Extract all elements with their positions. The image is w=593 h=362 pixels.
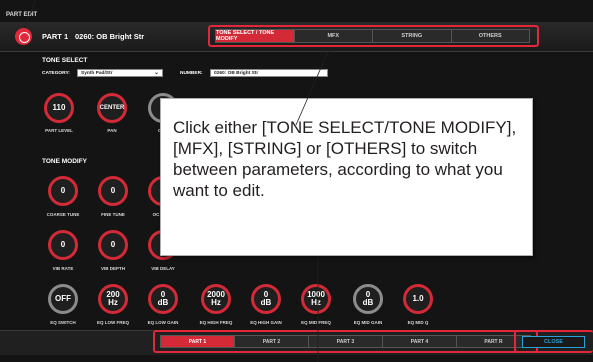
pan-value: CENTER [99,105,125,111]
eq-mid-freq-unit: Hz [311,298,321,307]
fine-tune-knob[interactable]: 0 [98,176,128,206]
eq-mid-q-label: EQ MID Q [407,320,429,325]
category-select[interactable]: Synth Pad/Str ⌄ [77,69,163,77]
vib-rate-knob[interactable]: 0 [48,230,78,260]
callout-text: Click either [TONE SELECT/TONE MODIFY], … [173,118,517,200]
coarse-tune-knob[interactable]: 0 [48,176,78,206]
tone-name: 0260: OB Bright Str [75,32,145,41]
number-value: 0260: OB Bright Str [214,70,259,76]
vib-depth-value: 0 [110,240,116,249]
close-highlight-frame [514,330,593,353]
part-edit-window: PART EDIT PART 1 0260: OB Bright Str TON… [0,0,593,362]
fine-tune-value: 0 [110,186,116,195]
callout-box: Click either [TONE SELECT/TONE MODIFY], … [160,98,533,256]
part-tabs-highlight-frame [153,330,538,353]
number-label: NUMBER: [180,71,203,76]
vib-rate-value: 0 [60,240,66,249]
tabs-highlight-frame [208,25,539,47]
tone-select-title: TONE SELECT [42,57,88,64]
eq-low-freq-knob[interactable]: 200 Hz [98,284,128,314]
vib-depth-knob[interactable]: 0 [98,230,128,260]
eq-high-gain-unit: dB [260,298,272,307]
tone-modify-title: TONE MODIFY [42,158,88,165]
eq-low-freq-unit: Hz [108,298,118,307]
eq-mid-freq-label: EQ MID FREQ [301,320,331,325]
eq-high-freq-knob[interactable]: 2000 Hz [201,284,231,314]
category-value: Synth Pad/Str [81,70,113,76]
coarse-tune-value: 0 [60,186,66,195]
eq-mid-q-value: 1.0 [412,294,424,303]
eq-switch-value: OFF [55,294,71,303]
part-level-knob[interactable]: 110 [44,93,74,123]
part-level-value: 110 [52,103,66,112]
eq-mid-q-knob[interactable]: 1.0 [403,284,433,314]
eq-low-gain-label: EQ LOW GAIN [147,320,179,325]
eq-high-gain-knob[interactable]: 0 dB [251,284,281,314]
eq-switch-knob[interactable]: OFF [48,284,78,314]
vib-delay-label: VIB DELAY [151,266,175,271]
eq-low-gain-knob[interactable]: 0 dB [148,284,178,314]
eq-mid-freq-knob[interactable]: 1000 Hz [301,284,331,314]
part-label: PART 1 [42,32,69,41]
eq-high-freq-unit: Hz [211,298,221,307]
pan-knob[interactable]: CENTER [97,93,127,123]
part-level-label: PART LEVEL [45,128,73,133]
eq-low-gain-unit: dB [157,298,169,307]
power-icon[interactable] [15,28,32,45]
window-title: PART EDIT [6,12,38,18]
chevron-down-icon: ⌄ [153,70,159,76]
number-select[interactable]: 0260: OB Bright Str [210,69,328,77]
category-label: CATEGORY: [42,71,70,76]
